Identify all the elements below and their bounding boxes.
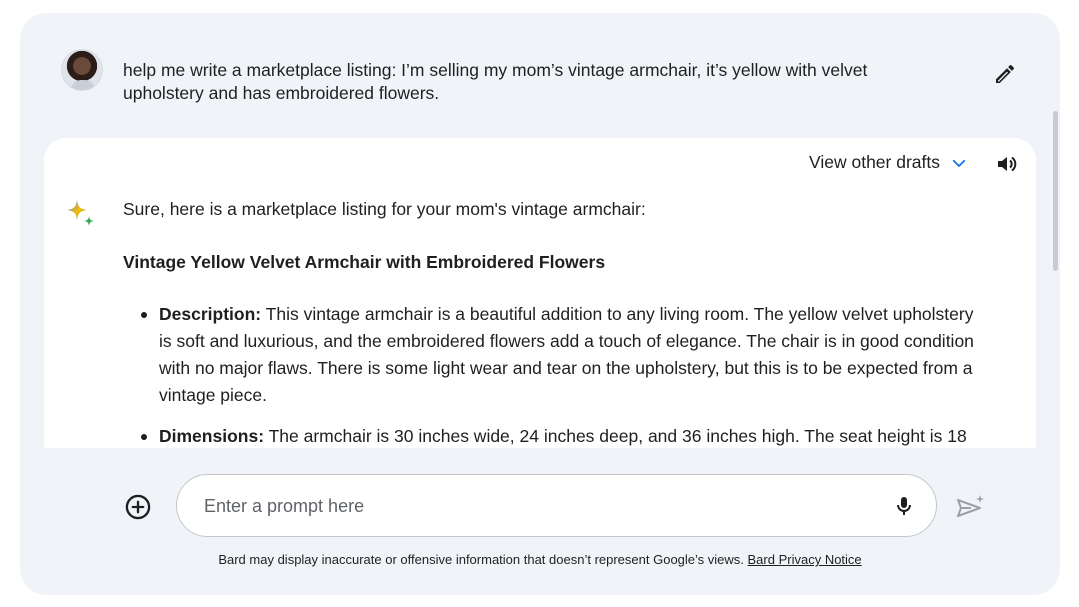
privacy-notice-link[interactable]: Bard Privacy Notice [748,552,862,567]
response-intro: Sure, here is a marketplace listing for … [123,199,646,219]
view-other-drafts-label: View other drafts [809,152,940,172]
list-item-text: The armchair is 30 inches wide, 24 inche… [264,426,967,446]
response-body: Sure, here is a marketplace listing for … [123,196,983,448]
add-circle-icon[interactable] [124,493,152,521]
list-item: Description: This vintage armchair is a … [141,301,983,409]
view-other-drafts-button[interactable]: View other drafts [809,152,968,173]
list-item-text: This vintage armchair is a beautiful add… [159,304,974,405]
listing-title: Vintage Yellow Velvet Armchair with Embr… [123,252,606,272]
user-prompt-text: help me write a marketplace listing: I’m… [123,60,868,103]
list-item-label: Description: [159,304,262,324]
list-item-label: Dimensions: [159,426,265,446]
pencil-icon [996,64,1015,83]
list-item: Dimensions: The armchair is 30 inches wi… [141,423,983,448]
speaker-icon[interactable] [994,152,1018,176]
prompt-input[interactable] [204,491,844,521]
sparkle-icon [67,200,94,226]
disclaimer-text: Bard may display inaccurate or offensive… [218,552,748,567]
response-card: View other drafts Sure, here is a market… [44,138,1036,448]
edit-prompt-button[interactable] [990,59,1020,89]
send-icon[interactable] [955,493,985,523]
chevron-down-icon [952,159,966,167]
scrollbar-thumb[interactable] [1053,111,1058,271]
user-avatar [61,49,103,91]
mic-icon[interactable] [892,494,916,518]
prompt-input-container [176,474,937,537]
chat-window: help me write a marketplace listing: I’m… [20,13,1060,595]
listing-details-list: Description: This vintage armchair is a … [123,301,983,448]
footer-disclaimer: Bard may display inaccurate or offensive… [20,552,1060,567]
